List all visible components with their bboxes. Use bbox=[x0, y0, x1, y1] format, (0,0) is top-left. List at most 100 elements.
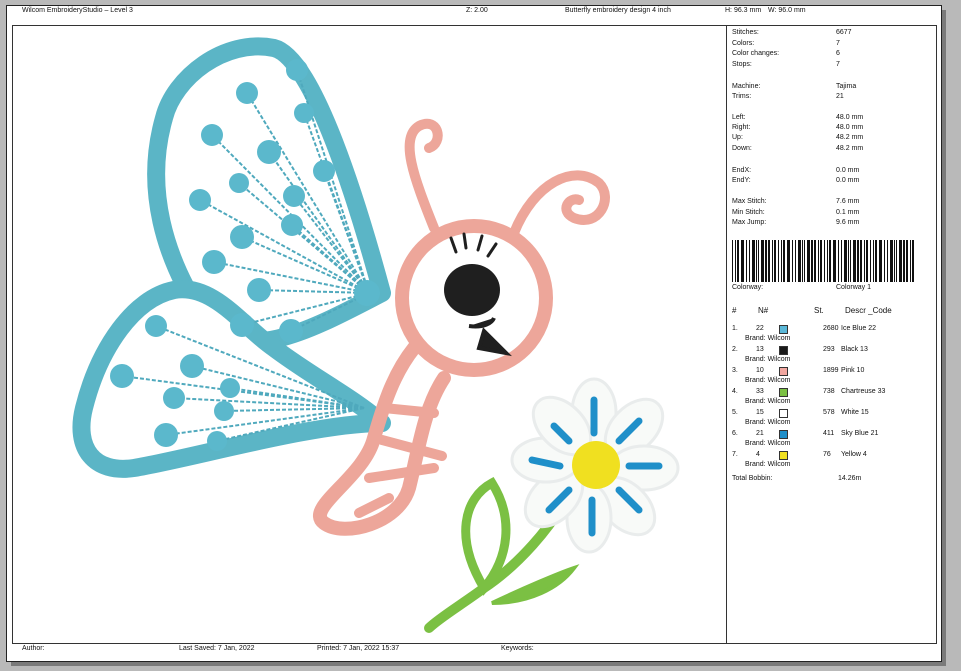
barcode-bar bbox=[906, 240, 908, 282]
barcode-bar bbox=[749, 240, 750, 282]
barcode-bar bbox=[910, 240, 911, 282]
color-swatch bbox=[779, 451, 788, 460]
thread-brand: Brand: Wilcom bbox=[745, 461, 791, 468]
thread-number: 15 bbox=[756, 409, 764, 416]
barcode-bar bbox=[798, 240, 801, 282]
stat-value: 0.1 mm bbox=[836, 209, 860, 216]
barcode-bar bbox=[820, 240, 822, 282]
app-title: Wilcom EmbroideryStudio – Level 3 bbox=[22, 7, 133, 14]
col-header-index: # bbox=[732, 306, 737, 315]
barcode-bar bbox=[811, 240, 813, 282]
thread-number: 33 bbox=[756, 388, 764, 395]
stitch-count: 578 bbox=[823, 409, 835, 416]
colorway-value: Colorway 1 bbox=[836, 284, 872, 291]
footer-author: Author: bbox=[22, 645, 45, 652]
stat-value: 48.0 mm bbox=[836, 124, 864, 131]
color-index: 5. bbox=[732, 409, 738, 416]
stat-label: Left: bbox=[732, 114, 746, 121]
footer-last-saved: Last Saved: 7 Jan, 2022 bbox=[179, 645, 255, 652]
barcode-bar bbox=[814, 240, 816, 282]
barcode-bar bbox=[765, 240, 767, 282]
barcode-bar bbox=[833, 240, 836, 282]
barcode-bar bbox=[761, 240, 764, 282]
total-bobbin-value: 14.26m bbox=[838, 475, 862, 482]
barcode-bar bbox=[824, 240, 825, 282]
barcode-bar bbox=[795, 240, 796, 282]
stat-value: 0.0 mm bbox=[836, 167, 860, 174]
stat-value: 0.0 mm bbox=[836, 177, 860, 184]
stitch-count: 76 bbox=[823, 451, 831, 458]
color-swatch bbox=[779, 430, 788, 439]
barcode-bar bbox=[778, 240, 779, 282]
thread-number: 10 bbox=[756, 367, 764, 374]
footer-divider bbox=[12, 643, 937, 644]
color-swatch bbox=[779, 346, 788, 355]
thread-number: 13 bbox=[756, 346, 764, 353]
thread-name: Yellow 4 bbox=[841, 451, 867, 458]
thread-name: Chartreuse 33 bbox=[841, 388, 886, 395]
barcode-bar bbox=[884, 240, 885, 282]
footer-printed: Printed: 7 Jan, 2022 15:37 bbox=[317, 645, 400, 652]
barcode-bar bbox=[732, 240, 733, 282]
barcode-bar bbox=[838, 240, 839, 282]
barcode-bar bbox=[903, 240, 905, 282]
barcode-bar bbox=[781, 240, 782, 282]
barcode-bar bbox=[737, 240, 739, 282]
barcode-bar bbox=[879, 240, 882, 282]
stat-value: Tajima bbox=[836, 83, 857, 90]
thread-name: Black 13 bbox=[841, 346, 868, 353]
color-index: 1. bbox=[732, 325, 738, 332]
barcode-bar bbox=[899, 240, 902, 282]
barcode-bar bbox=[896, 240, 897, 282]
barcode-bar bbox=[772, 240, 773, 282]
stat-label: EndX: bbox=[732, 167, 752, 174]
color-index: 2. bbox=[732, 346, 738, 353]
stat-label: Max Stitch: bbox=[732, 198, 767, 205]
flower-image bbox=[424, 377, 680, 633]
stitch-count: 1899 bbox=[823, 367, 839, 374]
barcode-bar bbox=[752, 240, 755, 282]
frame-right bbox=[936, 26, 937, 643]
stat-label: Color changes: bbox=[732, 50, 780, 57]
stat-label: Stitches: bbox=[732, 29, 759, 36]
barcode-bar bbox=[853, 240, 856, 282]
design-width: W: 96.0 mm bbox=[768, 7, 806, 14]
stat-label: Up: bbox=[732, 134, 743, 141]
barcode-bar bbox=[841, 240, 842, 282]
barcode-bar bbox=[873, 240, 874, 282]
colorway-label: Colorway: bbox=[732, 284, 764, 291]
barcode-bar bbox=[827, 240, 828, 282]
stat-value: 9.6 mm bbox=[836, 219, 860, 226]
barcode-bar bbox=[802, 240, 803, 282]
stat-label: Min Stitch: bbox=[732, 209, 765, 216]
frame-left bbox=[12, 26, 13, 643]
stat-label: Machine: bbox=[732, 83, 761, 90]
thread-number: 22 bbox=[756, 325, 764, 332]
stat-label: EndY: bbox=[732, 177, 751, 184]
design-height: H: 96.3 mm bbox=[725, 7, 762, 14]
stat-label: Trims: bbox=[732, 93, 752, 100]
barcode-bar bbox=[887, 240, 888, 282]
col-header-stitches: St. bbox=[814, 306, 824, 315]
barcode-bar bbox=[890, 240, 893, 282]
barcode-bar bbox=[792, 240, 793, 282]
barcode-bar bbox=[860, 240, 862, 282]
barcode-bar bbox=[864, 240, 865, 282]
stat-value: 7 bbox=[836, 61, 840, 68]
col-header-description: Descr _Code bbox=[845, 306, 892, 315]
barcode-bar bbox=[804, 240, 805, 282]
stat-value: 7.6 mm bbox=[836, 198, 860, 205]
barcode-bar bbox=[912, 240, 914, 282]
barcode-bar bbox=[758, 240, 759, 282]
barcode-bar bbox=[807, 240, 810, 282]
thread-brand: Brand: Wilcom bbox=[745, 419, 791, 426]
thread-name: Pink 10 bbox=[841, 367, 865, 374]
color-index: 6. bbox=[732, 430, 738, 437]
stat-value: 48.2 mm bbox=[836, 134, 864, 141]
stat-value: 48.2 mm bbox=[836, 145, 864, 152]
stitch-count: 411 bbox=[823, 430, 835, 437]
barcode-bar bbox=[741, 240, 744, 282]
barcode-bar bbox=[844, 240, 847, 282]
barcode-bar bbox=[774, 240, 776, 282]
color-swatch bbox=[779, 325, 788, 334]
